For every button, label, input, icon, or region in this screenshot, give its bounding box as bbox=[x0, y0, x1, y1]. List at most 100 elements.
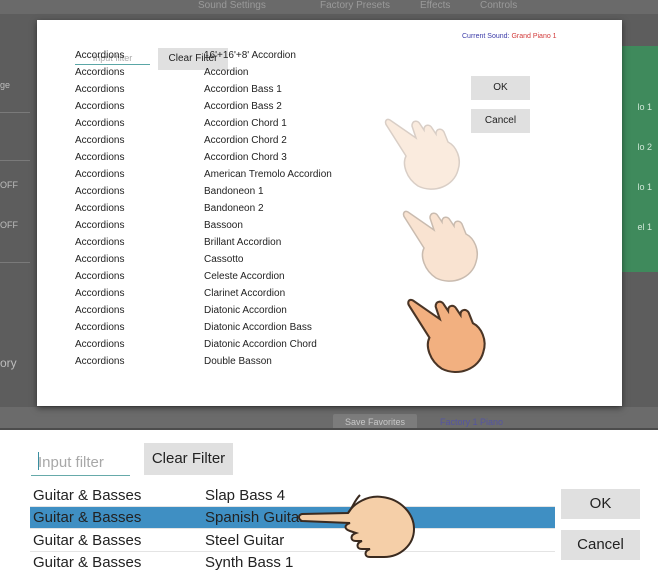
sound-name: Accordion Bass 2 bbox=[204, 101, 282, 112]
background-left-label: OFF bbox=[0, 180, 18, 190]
sound-name: 16'+16'+8' Accordion bbox=[204, 50, 296, 61]
sound-name: Brillant Accordion bbox=[204, 237, 282, 248]
list-item[interactable]: Accordions Accordion Bass 1 bbox=[75, 81, 405, 98]
sound-category: Accordions bbox=[75, 135, 125, 146]
sound-name: Slap Bass 4 bbox=[205, 487, 286, 504]
sound-name: Accordion Chord 3 bbox=[204, 152, 287, 163]
list-item[interactable]: Accordions Clarinet Accordion bbox=[75, 285, 405, 302]
sound-category: Accordions bbox=[75, 271, 125, 282]
background-factory-label: Factory 1 Piano bbox=[440, 417, 504, 427]
list-item[interactable]: Accordions Celeste Accordion bbox=[75, 268, 405, 285]
sound-category: Accordions bbox=[75, 118, 125, 129]
zoomed-sound-list: Clear Filter Guitar & BassesSlap Bass 4 … bbox=[0, 440, 658, 578]
background-tab-bar: Sound Settings Factory Presets Effects C… bbox=[0, 0, 658, 14]
sound-name: Cassotto bbox=[204, 254, 244, 265]
list-item[interactable]: Accordions Accordion Chord 1 bbox=[75, 115, 405, 132]
cancel-button[interactable]: Cancel bbox=[561, 530, 640, 560]
background-right-label: el 1 bbox=[637, 222, 652, 232]
cancel-button[interactable]: Cancel bbox=[471, 109, 530, 133]
ok-button[interactable]: OK bbox=[561, 489, 640, 519]
pointing-hand-icon bbox=[384, 118, 460, 190]
sound-name: Double Basson bbox=[204, 356, 272, 367]
sound-name: Clarinet Accordion bbox=[204, 288, 286, 299]
sound-category: Accordions bbox=[75, 237, 125, 248]
sound-picker-dialog: Clear Filter Current Sound: Grand Piano … bbox=[37, 20, 622, 406]
sound-name: Diatonic Accordion Chord bbox=[204, 339, 317, 350]
text-caret bbox=[38, 452, 39, 470]
pointing-hand-icon bbox=[407, 298, 486, 374]
background-tab: Controls bbox=[480, 0, 518, 11]
sound-name: Spanish Guitar bbox=[205, 509, 305, 526]
list-item[interactable]: Accordions Double Basson bbox=[75, 353, 405, 370]
sound-category: Accordions bbox=[75, 67, 125, 78]
list-item[interactable]: Guitar & Basses Slap Bass 4 bbox=[30, 485, 555, 507]
list-item-selected[interactable]: Guitar & Basses Spanish Guitar bbox=[30, 507, 555, 529]
panel-gutter bbox=[0, 430, 658, 440]
current-sound-label: Current Sound: bbox=[462, 33, 510, 40]
list-item[interactable]: Accordions Accordion Chord 3 bbox=[75, 149, 405, 166]
sound-category: Accordions bbox=[75, 220, 125, 231]
background-left-label: ory bbox=[0, 356, 17, 370]
sound-name: Steel Guitar bbox=[205, 532, 285, 549]
sound-category: Accordions bbox=[75, 322, 125, 333]
sound-category: Accordions bbox=[75, 50, 125, 61]
sound-category: Accordions bbox=[75, 84, 125, 95]
background-divider bbox=[0, 262, 30, 263]
current-sound-value: Grand Piano 1 bbox=[511, 33, 557, 40]
list-item[interactable]: Guitar & Basses Synth Bass 1 bbox=[30, 552, 555, 574]
background-tab: Effects bbox=[420, 0, 451, 11]
clear-filter-button[interactable]: Clear Filter bbox=[144, 443, 233, 475]
list-item[interactable]: Accordions Accordion bbox=[75, 64, 405, 81]
sound-category: Guitar & Basses bbox=[33, 487, 142, 504]
ok-button[interactable]: OK bbox=[471, 76, 530, 100]
list-item[interactable]: Accordions Diatonic Accordion Chord bbox=[75, 336, 405, 353]
sound-name: American Tremolo Accordion bbox=[204, 169, 332, 180]
sound-category: Accordions bbox=[75, 356, 125, 367]
list-item[interactable]: Accordions 16'+16'+8' Accordion bbox=[75, 47, 405, 64]
filter-input[interactable] bbox=[31, 450, 130, 476]
list-item[interactable]: Accordions Accordion Chord 2 bbox=[75, 132, 405, 149]
sound-name: Accordion Bass 1 bbox=[204, 84, 282, 95]
list-item[interactable]: Accordions Bandoneon 1 bbox=[75, 183, 405, 200]
screenshot-root: Sound Settings Factory Presets Effects C… bbox=[0, 0, 658, 578]
sound-category: Accordions bbox=[75, 254, 125, 265]
list-item[interactable]: Accordions Bassoon bbox=[75, 217, 405, 234]
sound-name: Accordion Chord 1 bbox=[204, 118, 287, 129]
sound-category: Guitar & Basses bbox=[33, 532, 142, 549]
sound-category: Guitar & Basses bbox=[33, 554, 142, 571]
sound-category: Accordions bbox=[75, 186, 125, 197]
background-footer bbox=[0, 407, 658, 430]
sound-name: Celeste Accordion bbox=[204, 271, 285, 282]
list-item[interactable]: Guitar & Basses Steel Guitar bbox=[30, 530, 555, 552]
background-right-label: lo 1 bbox=[637, 182, 652, 192]
sound-name: Synth Bass 1 bbox=[205, 554, 294, 571]
list-item[interactable]: Accordions American Tremolo Accordion bbox=[75, 166, 405, 183]
sound-category: Guitar & Basses bbox=[33, 509, 142, 526]
sound-name: Bassoon bbox=[204, 220, 243, 231]
sound-category: Accordions bbox=[75, 101, 125, 112]
current-sound-indicator: Current Sound: Grand Piano 1 bbox=[462, 33, 557, 40]
sound-name: Diatonic Accordion Bass bbox=[204, 322, 312, 333]
list-item[interactable]: Accordions Cassotto bbox=[75, 251, 405, 268]
list-item[interactable]: Accordions Accordion Bass 2 bbox=[75, 98, 405, 115]
list-item[interactable]: Accordions Brillant Accordion bbox=[75, 234, 405, 251]
list-item[interactable]: Accordions Bandoneon 2 bbox=[75, 200, 405, 217]
sound-name: Bandoneon 2 bbox=[204, 203, 264, 214]
list-item[interactable]: Accordions Diatonic Accordion bbox=[75, 302, 405, 319]
background-right-label: lo 2 bbox=[637, 142, 652, 152]
background-tab: Sound Settings bbox=[198, 0, 266, 11]
sound-category: Accordions bbox=[75, 305, 125, 316]
sound-name: Diatonic Accordion bbox=[204, 305, 287, 316]
list-item[interactable]: Accordions Diatonic Accordion Bass bbox=[75, 319, 405, 336]
background-left-label: OFF bbox=[0, 220, 18, 230]
pointing-hand-icon bbox=[298, 494, 416, 558]
background-tab: Factory Presets bbox=[320, 0, 391, 11]
background-divider bbox=[0, 160, 30, 161]
sound-category: Accordions bbox=[75, 203, 125, 214]
background-right-label: lo 1 bbox=[637, 102, 652, 112]
background-divider bbox=[0, 112, 30, 113]
sound-category: Accordions bbox=[75, 339, 125, 350]
background-left-label: ge bbox=[0, 80, 11, 90]
app-background: Sound Settings Factory Presets Effects C… bbox=[0, 0, 658, 430]
pointing-hand-icon bbox=[402, 210, 478, 282]
